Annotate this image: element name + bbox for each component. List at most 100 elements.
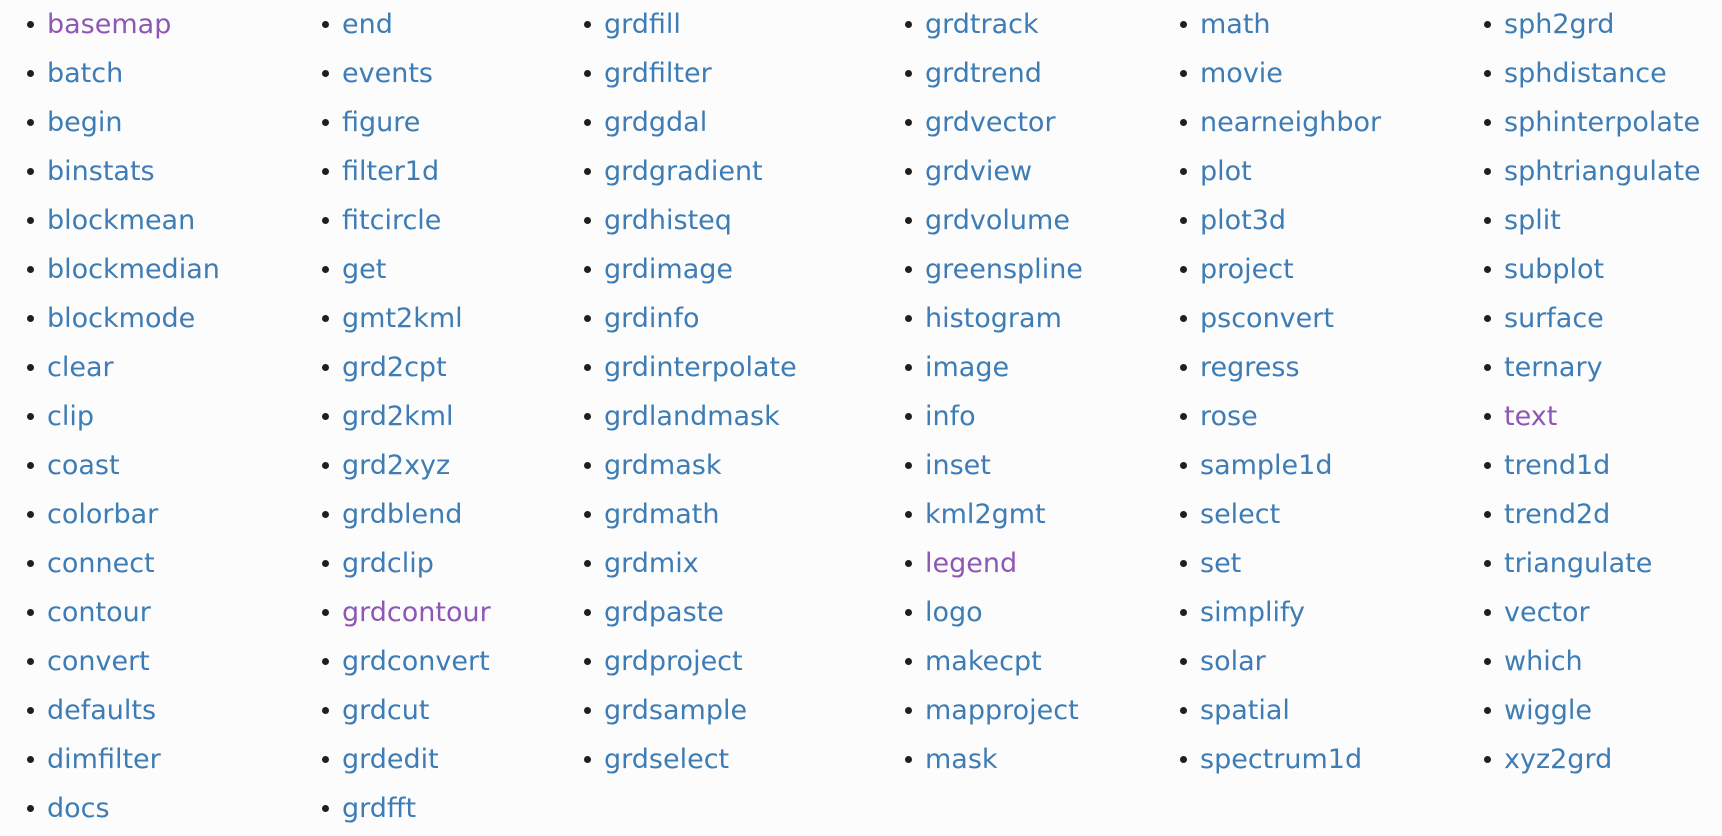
module-link[interactable]: kml2gmt bbox=[925, 499, 1046, 530]
module-link[interactable]: mask bbox=[925, 744, 998, 775]
module-link[interactable]: get bbox=[342, 254, 386, 285]
module-link[interactable]: grdinterpolate bbox=[604, 352, 797, 383]
module-link[interactable]: grdlandmask bbox=[604, 401, 780, 432]
module-link[interactable]: dimfilter bbox=[47, 744, 161, 775]
module-link[interactable]: clip bbox=[47, 401, 94, 432]
module-link[interactable]: spectrum1d bbox=[1200, 744, 1362, 775]
module-link[interactable]: movie bbox=[1200, 58, 1283, 89]
module-link[interactable]: text bbox=[1504, 401, 1557, 432]
module-link[interactable]: grdedit bbox=[342, 744, 439, 775]
module-link[interactable]: grdpaste bbox=[604, 597, 724, 628]
bullet-icon bbox=[584, 609, 591, 616]
module-link[interactable]: solar bbox=[1200, 646, 1266, 677]
module-link[interactable]: grd2kml bbox=[342, 401, 454, 432]
module-link[interactable]: grdmix bbox=[604, 548, 699, 579]
module-link[interactable]: grdinfo bbox=[604, 303, 700, 334]
module-link[interactable]: split bbox=[1504, 205, 1561, 236]
module-link[interactable]: grdfilter bbox=[604, 58, 712, 89]
module-link[interactable]: end bbox=[342, 9, 393, 40]
module-link[interactable]: grdhisteq bbox=[604, 205, 732, 236]
module-link[interactable]: vector bbox=[1504, 597, 1590, 628]
module-link[interactable]: grdcut bbox=[342, 695, 429, 726]
module-link[interactable]: blockmode bbox=[47, 303, 195, 334]
module-link[interactable]: set bbox=[1200, 548, 1241, 579]
module-link[interactable]: blockmedian bbox=[47, 254, 220, 285]
module-link[interactable]: defaults bbox=[47, 695, 156, 726]
module-link[interactable]: grdclip bbox=[342, 548, 434, 579]
module-link[interactable]: inset bbox=[925, 450, 991, 481]
module-link[interactable]: grdview bbox=[925, 156, 1032, 187]
module-link[interactable]: ternary bbox=[1504, 352, 1603, 383]
module-link[interactable]: spatial bbox=[1200, 695, 1290, 726]
module-link[interactable]: logo bbox=[925, 597, 983, 628]
module-link[interactable]: grdmask bbox=[604, 450, 721, 481]
module-link[interactable]: clear bbox=[47, 352, 114, 383]
module-link[interactable]: legend bbox=[925, 548, 1017, 579]
module-link[interactable]: info bbox=[925, 401, 976, 432]
module-link[interactable]: nearneighbor bbox=[1200, 107, 1381, 138]
module-link[interactable]: trend1d bbox=[1504, 450, 1610, 481]
module-link[interactable]: colorbar bbox=[47, 499, 158, 530]
module-link[interactable]: which bbox=[1504, 646, 1583, 677]
module-link[interactable]: grd2cpt bbox=[342, 352, 447, 383]
module-link[interactable]: rose bbox=[1200, 401, 1258, 432]
module-link[interactable]: psconvert bbox=[1200, 303, 1334, 334]
module-link[interactable]: sample1d bbox=[1200, 450, 1332, 481]
module-link[interactable]: grdimage bbox=[604, 254, 733, 285]
module-link[interactable]: trend2d bbox=[1504, 499, 1610, 530]
bullet-icon bbox=[27, 21, 34, 28]
module-link[interactable]: grdgdal bbox=[604, 107, 707, 138]
module-link[interactable]: plot3d bbox=[1200, 205, 1286, 236]
module-link[interactable]: contour bbox=[47, 597, 151, 628]
module-link[interactable]: batch bbox=[47, 58, 123, 89]
module-link[interactable]: grd2xyz bbox=[342, 450, 450, 481]
module-link[interactable]: docs bbox=[47, 793, 110, 824]
module-link[interactable]: coast bbox=[47, 450, 120, 481]
module-link[interactable]: histogram bbox=[925, 303, 1062, 334]
module-link[interactable]: connect bbox=[47, 548, 155, 579]
module-link[interactable]: greenspline bbox=[925, 254, 1083, 285]
module-link[interactable]: math bbox=[1200, 9, 1271, 40]
module-link[interactable]: filter1d bbox=[342, 156, 439, 187]
module-link[interactable]: grdselect bbox=[604, 744, 729, 775]
module-link[interactable]: sphtriangulate bbox=[1504, 156, 1701, 187]
module-link[interactable]: wiggle bbox=[1504, 695, 1592, 726]
module-link[interactable]: image bbox=[925, 352, 1009, 383]
module-link[interactable]: convert bbox=[47, 646, 150, 677]
module-link[interactable]: select bbox=[1200, 499, 1280, 530]
module-link[interactable]: fitcircle bbox=[342, 205, 441, 236]
module-link[interactable]: xyz2grd bbox=[1504, 744, 1612, 775]
module-link[interactable]: grdfill bbox=[604, 9, 681, 40]
module-link[interactable]: triangulate bbox=[1504, 548, 1652, 579]
module-link[interactable]: grdgradient bbox=[604, 156, 763, 187]
module-link[interactable]: grdproject bbox=[604, 646, 743, 677]
module-link[interactable]: grdtrend bbox=[925, 58, 1042, 89]
module-link[interactable]: grdblend bbox=[342, 499, 462, 530]
module-link[interactable]: grdtrack bbox=[925, 9, 1039, 40]
module-link[interactable]: sphinterpolate bbox=[1504, 107, 1700, 138]
module-link[interactable]: grdconvert bbox=[342, 646, 490, 677]
module-link[interactable]: begin bbox=[47, 107, 123, 138]
module-link[interactable]: figure bbox=[342, 107, 420, 138]
module-link[interactable]: grdvector bbox=[925, 107, 1056, 138]
module-link[interactable]: events bbox=[342, 58, 433, 89]
module-link[interactable]: plot bbox=[1200, 156, 1252, 187]
module-link[interactable]: project bbox=[1200, 254, 1294, 285]
module-link[interactable]: grdsample bbox=[604, 695, 747, 726]
module-link[interactable]: basemap bbox=[47, 9, 171, 40]
module-link[interactable]: regress bbox=[1200, 352, 1300, 383]
module-link[interactable]: gmt2kml bbox=[342, 303, 463, 334]
module-link[interactable]: grdmath bbox=[604, 499, 719, 530]
module-link[interactable]: makecpt bbox=[925, 646, 1042, 677]
module-link[interactable]: grdvolume bbox=[925, 205, 1070, 236]
module-link[interactable]: sphdistance bbox=[1504, 58, 1667, 89]
module-link[interactable]: mapproject bbox=[925, 695, 1079, 726]
module-link[interactable]: binstats bbox=[47, 156, 155, 187]
module-link[interactable]: subplot bbox=[1504, 254, 1604, 285]
module-link[interactable]: sph2grd bbox=[1504, 9, 1614, 40]
module-link[interactable]: surface bbox=[1504, 303, 1604, 334]
module-link[interactable]: blockmean bbox=[47, 205, 195, 236]
module-link[interactable]: grdfft bbox=[342, 793, 416, 824]
module-link[interactable]: grdcontour bbox=[342, 597, 491, 628]
module-link[interactable]: simplify bbox=[1200, 597, 1305, 628]
